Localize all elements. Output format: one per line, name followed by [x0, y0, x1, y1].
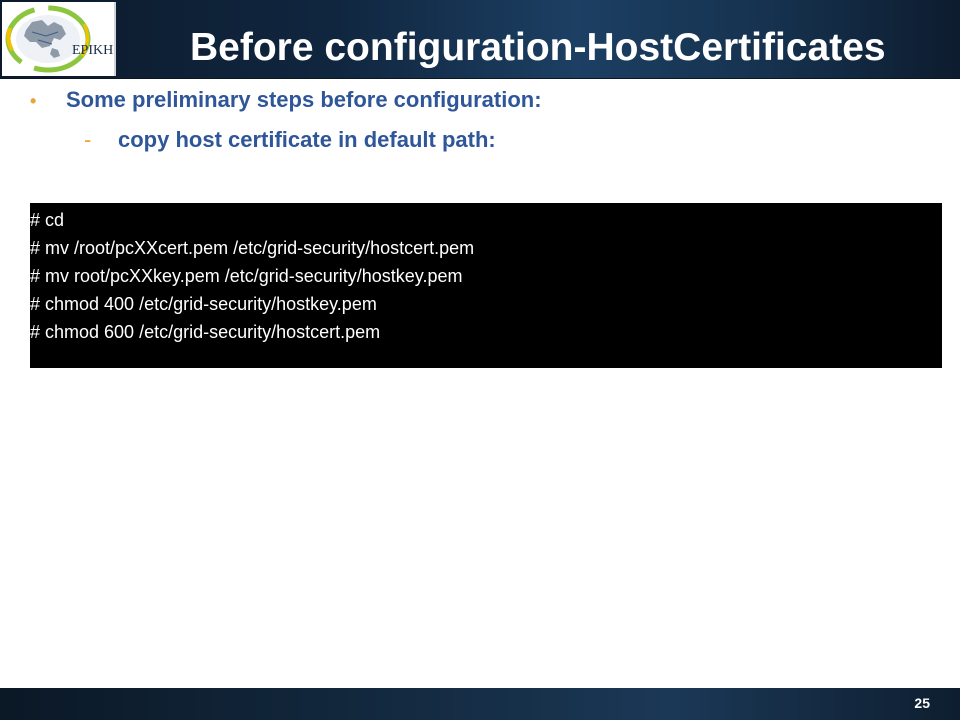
command-line: # chmod 600 /etc/grid-security/hostcert.…: [30, 322, 381, 342]
sub-bullet-text: copy host certificate in default path:: [118, 127, 496, 152]
slide-footer: 25: [0, 688, 960, 720]
bullet-text: Some preliminary steps before configurat…: [66, 87, 542, 112]
command-line: # mv root/pcXXkey.pem /etc/grid-security…: [30, 266, 463, 286]
sub-bullet-item: - copy host certificate in default path:: [84, 126, 496, 154]
command-block: # cd # mv /root/pcXXcert.pem /etc/grid-s…: [30, 203, 942, 368]
command-line: # cd: [30, 210, 65, 230]
command-line: # mv /root/pcXXcert.pem /etc/grid-securi…: [30, 238, 475, 258]
epikh-logo: EPIKH: [2, 2, 116, 76]
slide-title: Before configuration-HostCertificates: [190, 26, 886, 69]
sub-bullet-marker: -: [84, 127, 92, 152]
command-line: # chmod 400 /etc/grid-security/hostkey.p…: [30, 294, 377, 314]
slide-header: EPIKH Before configuration-HostCertifica…: [0, 0, 960, 79]
bullet-item: • Some preliminary steps before configura…: [30, 86, 542, 115]
page-number: 25: [914, 695, 930, 711]
globe-logo-icon: EPIKH: [5, 5, 113, 73]
svg-text:EPIKH: EPIKH: [72, 43, 113, 58]
bullet-marker: •: [30, 91, 37, 111]
